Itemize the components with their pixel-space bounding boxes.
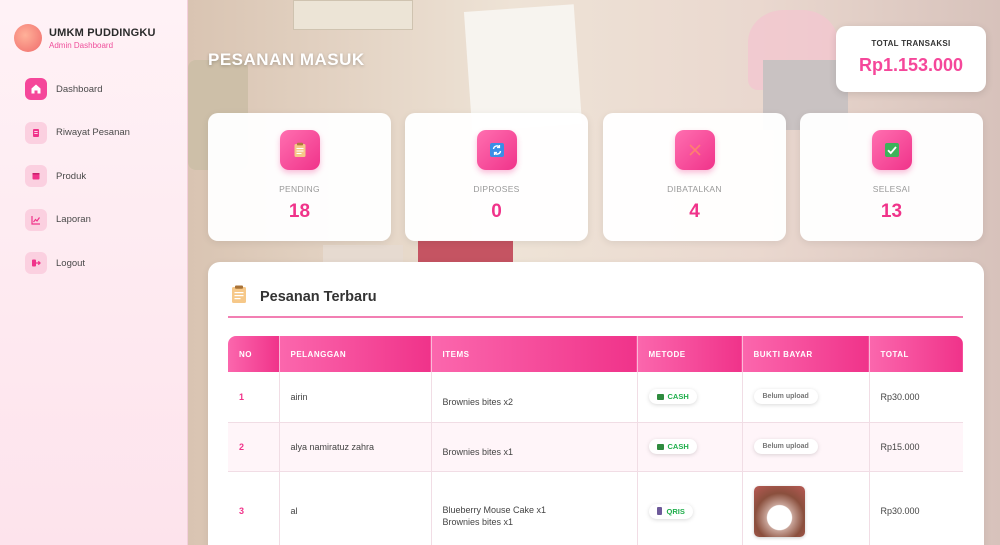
payment-proof-status: Belum upload — [753, 389, 818, 405]
stat-label: SELESAI — [872, 184, 911, 194]
brand-text: UMKM PUDDINGKU Admin Dashboard — [49, 27, 156, 50]
sidebar-item-dashboard[interactable]: Dashboard — [25, 78, 130, 100]
order-items: Blueberry Mouse Cake x1 Brownies bites x… — [431, 471, 638, 545]
payment-proof-cell: Belum upload — [742, 372, 870, 423]
order-items: Brownies bites x1 — [431, 422, 638, 472]
order-item: Brownies bites x1 — [442, 517, 514, 527]
check-icon — [871, 130, 912, 170]
payment-proof-cell: Belum upload — [742, 422, 870, 472]
brand-title: UMKM PUDDINGKU — [49, 26, 156, 39]
table-row: 1 airin Brownies bites x2 CASH Belum upl… — [228, 372, 963, 423]
order-item: Brownies bites x2 — [442, 396, 514, 407]
total-transaction-value: Rp1.153.000 — [858, 55, 964, 75]
home-icon — [25, 78, 47, 100]
main-content: PESANAN MASUK TOTAL TRANSAKSI Rp1.153.00… — [188, 0, 1000, 545]
total-transaction-card: TOTAL TRANSAKSI Rp1.153.000 — [836, 26, 986, 92]
stat-value: 18 — [288, 201, 311, 222]
brand: UMKM PUDDINGKU Admin Dashboard — [14, 24, 156, 52]
brand-logo — [14, 24, 42, 52]
payment-method-cell: CASH — [637, 422, 743, 472]
clipboard-icon — [230, 284, 248, 309]
payment-method-label: QRIS — [666, 506, 685, 516]
column-header-metode: METODE — [637, 336, 743, 372]
stat-card-pending: PENDING 18 — [208, 113, 391, 241]
stat-value: 0 — [491, 201, 502, 222]
customer-name: al — [279, 471, 432, 545]
stat-card-dibatalkan: DIBATALKAN 4 — [603, 113, 786, 241]
sidebar-nav: Dashboard Riwayat Pesanan Produk Laporan… — [25, 78, 130, 296]
column-header-bukti-bayar: BUKTI BAYAR — [742, 336, 870, 372]
cross-icon — [674, 130, 715, 170]
column-header-items: ITEMS — [431, 336, 638, 372]
sidebar-item-label: Logout — [56, 257, 86, 269]
recent-orders-header: Pesanan Terbaru — [230, 284, 377, 309]
clipboard-icon — [279, 130, 320, 170]
payment-method-badge: CASH — [648, 439, 697, 454]
customer-name: alya namiratuz zahra — [279, 422, 432, 472]
background-photo-decor — [293, 0, 413, 30]
receipt-icon — [25, 121, 47, 144]
order-item: Blueberry Mouse Cake x1 — [442, 505, 547, 515]
sidebar-item-label: Riwayat Pesanan — [56, 127, 130, 138]
sidebar-item-label: Dashboard — [56, 83, 103, 95]
order-number: 2 — [228, 422, 280, 472]
stat-card-selesai: SELESAI 13 — [800, 113, 983, 241]
divider — [228, 316, 963, 318]
stat-card-diproses: DIPROSES 0 — [405, 113, 588, 241]
orders-table: NO PELANGGAN ITEMS METODE BUKTI BAYAR TO… — [228, 336, 963, 545]
payment-method-badge: QRIS — [648, 503, 693, 519]
order-total: Rp30.000 — [869, 372, 963, 423]
payment-method-label: CASH — [667, 392, 689, 402]
page-title: PESANAN MASUK — [208, 50, 365, 69]
cash-icon — [656, 393, 664, 400]
sidebar-item-label: Produk — [56, 170, 87, 182]
column-header-total: TOTAL — [869, 336, 963, 372]
stat-label: PENDING — [279, 184, 320, 194]
payment-proof-cell — [742, 471, 870, 545]
order-item: Brownies bites x1 — [442, 446, 514, 457]
payment-method-cell: QRIS — [637, 471, 743, 545]
order-total: Rp30.000 — [869, 471, 963, 545]
order-items: Brownies bites x2 — [431, 372, 638, 423]
sidebar-item-produk[interactable]: Produk — [25, 165, 130, 187]
payment-method-cell: CASH — [637, 372, 743, 423]
total-transaction-label: TOTAL TRANSAKSI — [871, 39, 951, 48]
payment-method-badge: CASH — [648, 389, 697, 405]
logout-icon — [25, 252, 47, 274]
box-icon — [25, 165, 47, 187]
sidebar-item-label: Laporan — [56, 214, 91, 225]
qris-icon — [656, 507, 662, 515]
sidebar: UMKM PUDDINGKU Admin Dashboard Dashboard… — [0, 0, 188, 545]
column-header-no: NO — [228, 336, 280, 372]
payment-method-label: CASH — [667, 442, 689, 451]
sidebar-item-laporan[interactable]: Laporan — [25, 208, 130, 231]
refresh-icon — [476, 130, 517, 170]
table-header-row: NO PELANGGAN ITEMS METODE BUKTI BAYAR TO… — [228, 336, 963, 372]
brand-subtitle: Admin Dashboard — [49, 40, 114, 50]
order-number: 1 — [228, 372, 280, 423]
sidebar-item-logout[interactable]: Logout — [25, 252, 130, 274]
table-row: 2 alya namiratuz zahra Brownies bites x1… — [228, 422, 963, 472]
table-row: 3 al Blueberry Mouse Cake x1 Brownies bi… — [228, 471, 963, 545]
stat-label: DIBATALKAN — [667, 184, 722, 194]
order-number: 3 — [228, 471, 280, 545]
stat-value: 13 — [880, 201, 903, 222]
payment-proof-status: Belum upload — [753, 439, 818, 454]
recent-orders-panel: Pesanan Terbaru NO PELANGGAN ITEMS METOD… — [208, 262, 984, 545]
cash-icon — [656, 443, 664, 450]
customer-name: airin — [279, 372, 432, 423]
payment-proof-thumbnail[interactable] — [753, 485, 805, 537]
chart-icon — [25, 208, 47, 231]
sidebar-item-riwayat-pesanan[interactable]: Riwayat Pesanan — [25, 121, 130, 144]
order-total: Rp15.000 — [869, 422, 963, 472]
stat-value: 4 — [689, 201, 700, 222]
stat-label: DIPROSES — [473, 184, 520, 194]
recent-orders-title: Pesanan Terbaru — [260, 288, 377, 305]
column-header-pelanggan: PELANGGAN — [279, 336, 432, 372]
